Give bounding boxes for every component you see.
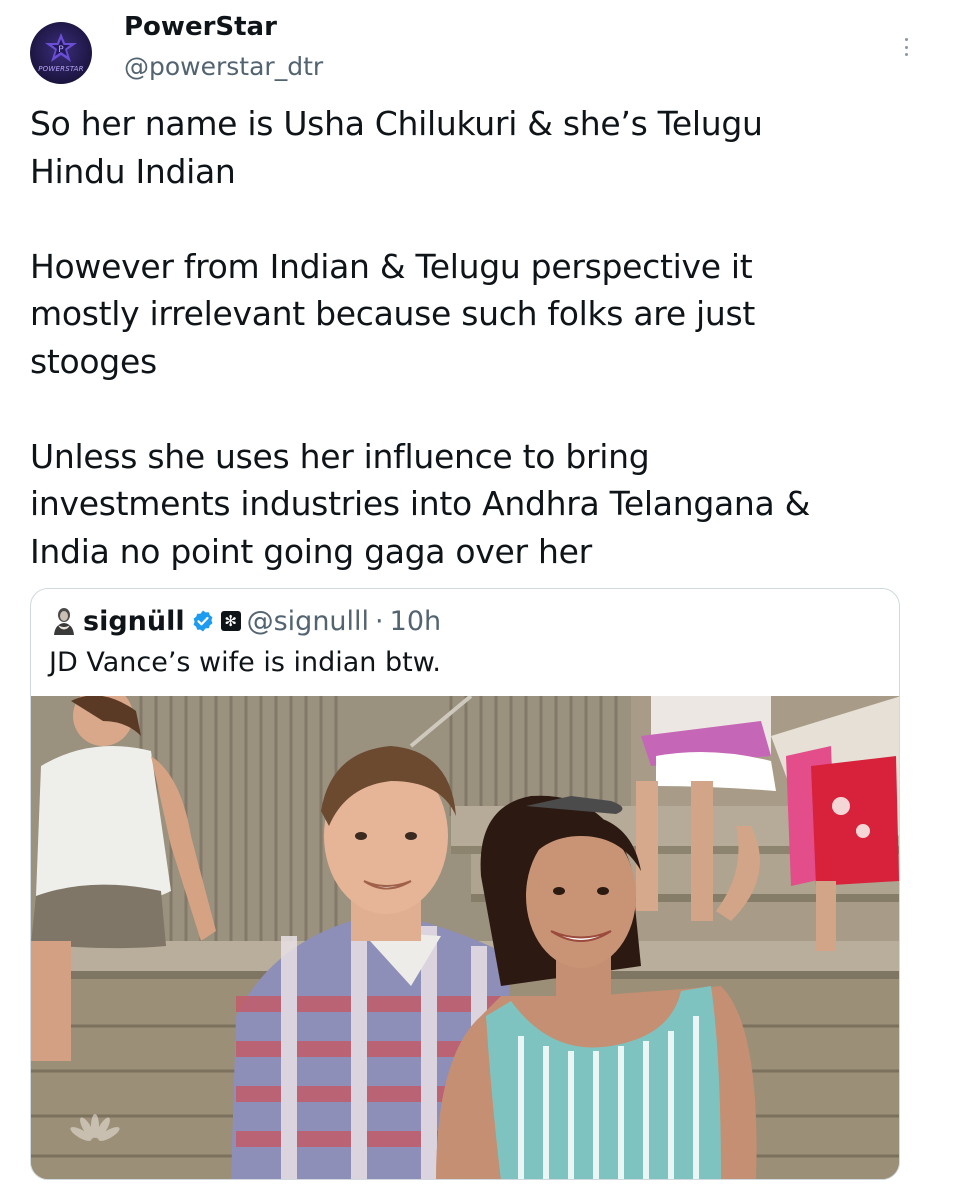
affiliation-badge-icon[interactable] [220, 610, 241, 632]
time-separator: · [375, 605, 384, 637]
author-handle[interactable]: @powerstar_dtr [124, 52, 323, 81]
tweet-text: So her name is Usha Chilukuri & she’s Te… [30, 104, 811, 571]
powerstar-logo-icon: P [45, 33, 77, 62]
quoted-tweet-header: signüll @signulll · 10h [51, 603, 441, 639]
author-avatar[interactable]: P POWERSTAR [30, 22, 92, 84]
quoted-timestamp[interactable]: 10h [390, 606, 441, 637]
quoted-tweet-photo[interactable] [31, 696, 899, 1179]
shakespeare-avatar-icon[interactable] [51, 606, 77, 636]
quoted-tweet-card[interactable]: signüll @signulll · 10h JD Vance’s wife … [30, 588, 900, 1180]
more-vertical-icon[interactable] [898, 36, 914, 58]
verified-badge-icon [193, 610, 213, 632]
quoted-tweet-text: JD Vance’s wife is indian btw. [49, 647, 441, 678]
quoted-author-name[interactable]: signüll [83, 606, 185, 637]
avatar-label: POWERSTAR [38, 65, 84, 73]
author-display-name[interactable]: PowerStar [124, 12, 277, 42]
photo-image [31, 696, 899, 1179]
quoted-author-handle[interactable]: @signulll [247, 606, 369, 637]
svg-text:P: P [58, 45, 64, 55]
